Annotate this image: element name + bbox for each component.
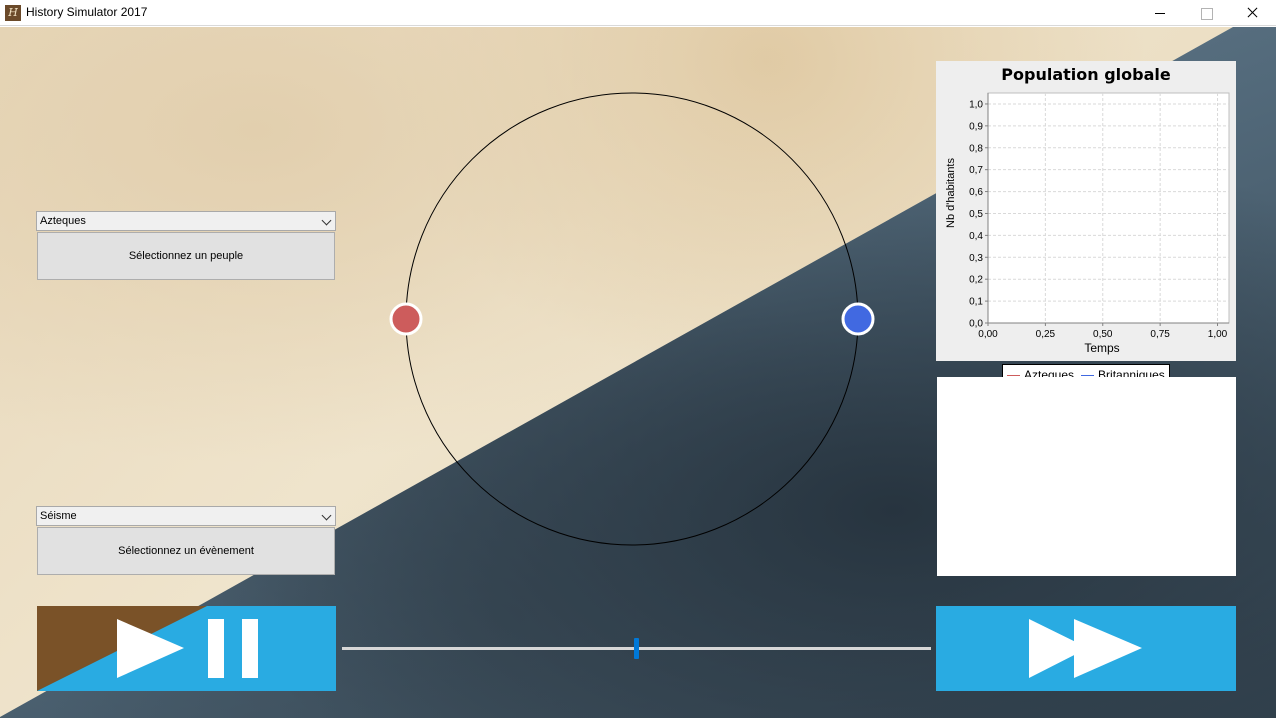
y-tick-label: 0,5	[969, 209, 983, 220]
people-node-azteques[interactable]	[389, 302, 423, 336]
y-tick-label: 0,8	[969, 143, 983, 154]
event-combobox[interactable]: Séisme	[36, 506, 336, 526]
info-panel	[937, 377, 1236, 576]
y-tick-label: 0,1	[969, 297, 983, 308]
y-tick-label: 0,4	[969, 231, 983, 242]
y-tick-label: 0,6	[969, 187, 983, 198]
chart-title: Population globale	[1001, 65, 1171, 84]
event-combobox-value: Séisme	[40, 510, 77, 522]
play-pause-button[interactable]	[37, 606, 336, 691]
fast-forward-button[interactable]	[936, 606, 1236, 691]
y-tick-label: 0,9	[969, 121, 983, 132]
simulation-area: Azteques Sélectionnez un peuple Séisme S…	[0, 27, 1276, 718]
chart-canvas: 0,0 0,1 0,2 0,3 0,4 0,5 0,6 0,7 0,8 0,9 1,0 0,00 0,2…	[969, 92, 1230, 340]
y-axis-label: Nb d'habitants	[945, 158, 957, 228]
x-tick-label: 1,00	[1208, 329, 1228, 340]
select-event-button[interactable]: Sélectionnez un évènement	[37, 527, 335, 575]
population-chart: 0,0 0,1 0,2 0,3 0,4 0,5 0,6 0,7 0,8 0,9 1,0 0,00 0,2…	[936, 61, 1236, 386]
y-tick-label: 0,2	[969, 275, 983, 286]
legend-swatch	[1081, 374, 1095, 376]
people-combobox-value: Azteques	[40, 215, 86, 227]
minimize-button[interactable]	[1137, 0, 1183, 26]
people-circle	[389, 92, 875, 546]
x-tick-label: 0,50	[1093, 329, 1113, 340]
y-tick-label: 0,7	[969, 165, 983, 176]
orbit-circle	[405, 92, 859, 546]
title-bar: H History Simulator 2017	[0, 0, 1276, 26]
people-node-britanniques[interactable]	[841, 302, 875, 336]
maximize-button[interactable]	[1183, 0, 1229, 26]
y-tick-label: 0,3	[969, 253, 983, 264]
select-people-button[interactable]: Sélectionnez un peuple	[37, 232, 335, 280]
pause-icon-bar-left	[208, 619, 224, 678]
play-pause-graphic	[37, 606, 336, 691]
legend-swatch	[1007, 374, 1020, 376]
fast-forward-icon	[1029, 619, 1142, 678]
close-button[interactable]	[1229, 0, 1275, 26]
x-tick-label: 0,25	[1036, 329, 1056, 340]
chevron-down-icon	[321, 215, 332, 226]
plot-area	[987, 92, 1230, 324]
window-title: History Simulator 2017	[26, 5, 148, 19]
x-axis-label: Temps	[1084, 341, 1120, 355]
chevron-down-icon	[321, 510, 332, 521]
y-tick-label: 1,0	[969, 99, 983, 110]
app-icon: H	[5, 5, 21, 21]
x-tick-label: 0,75	[1150, 329, 1170, 340]
pause-icon-bar-right	[242, 619, 258, 678]
x-tick-label: 0,00	[978, 329, 998, 340]
speed-slider[interactable]	[342, 635, 931, 661]
y-tick-label: 0,0	[969, 319, 983, 330]
people-combobox[interactable]: Azteques	[36, 211, 336, 231]
slider-thumb[interactable]	[634, 638, 639, 659]
fast-forward-arrow-right	[1074, 619, 1142, 678]
